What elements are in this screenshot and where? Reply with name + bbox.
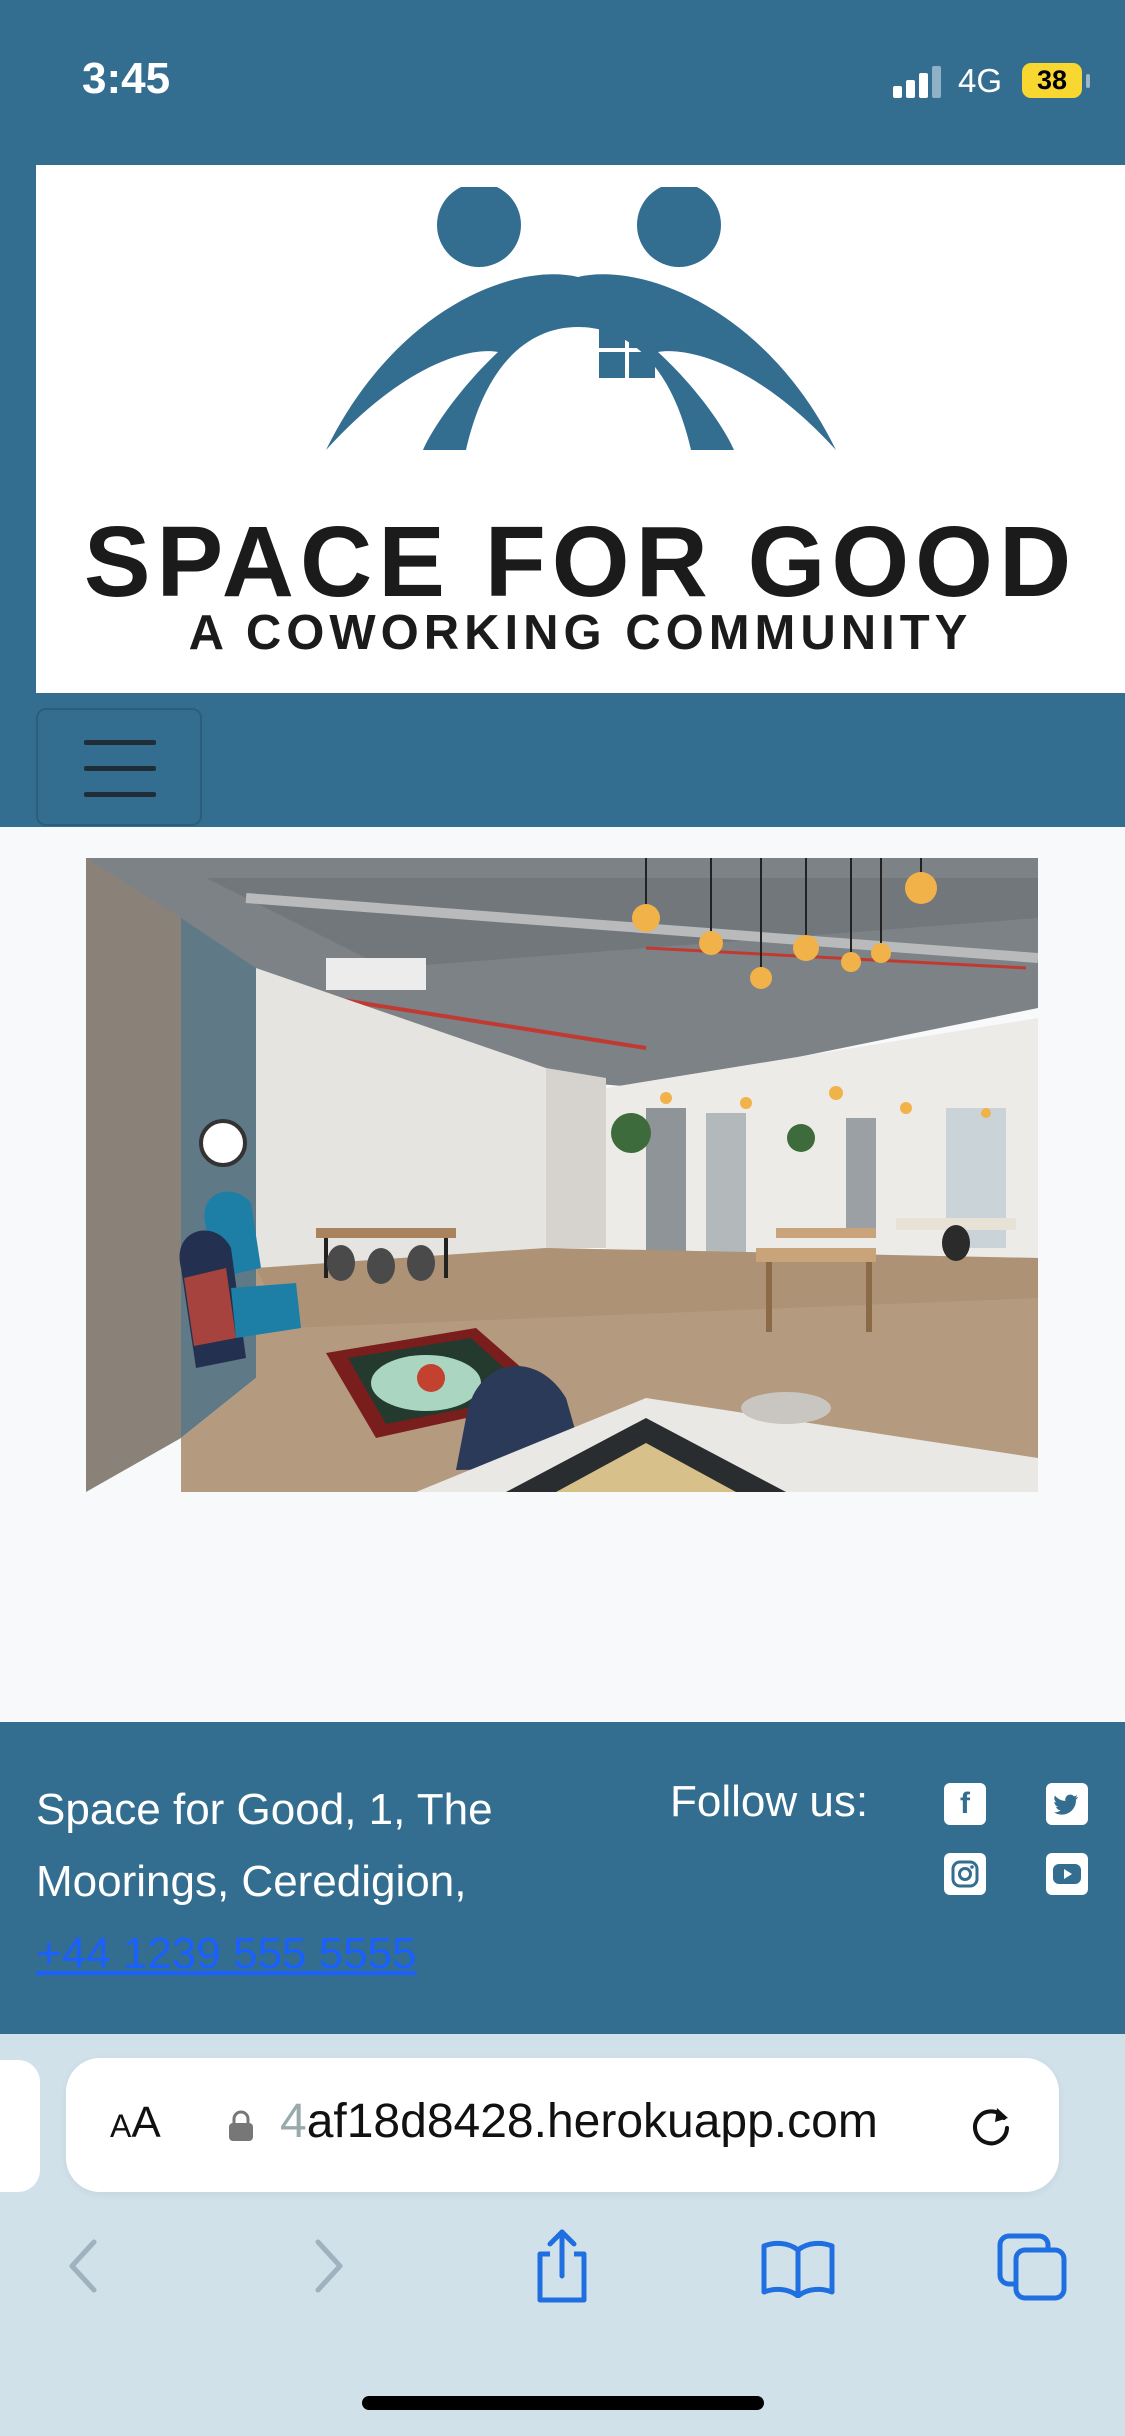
reader-settings-button[interactable]: AA — [110, 2098, 161, 2148]
url-text[interactable]: 4af18d8428.herokuapp.com — [280, 2094, 878, 2149]
share-icon[interactable] — [530, 2228, 594, 2304]
brand-title: SPACE FOR GOOD — [83, 506, 1078, 618]
youtube-icon[interactable] — [1046, 1853, 1088, 1895]
phone-link[interactable]: +44 1239 555 5555 — [36, 1929, 417, 1978]
address-text: Space for Good, 1, The Moorings, Ceredig… — [36, 1785, 493, 1906]
home-indicator[interactable] — [362, 2396, 764, 2410]
follow-label: Follow us: — [670, 1777, 869, 1826]
brand-subtitle: A COWORKING COMMUNITY — [188, 606, 973, 660]
reload-icon[interactable] — [964, 2098, 1018, 2152]
hero-image — [86, 858, 1038, 1492]
instagram-icon[interactable] — [944, 1853, 986, 1895]
lock-icon — [229, 2110, 253, 2141]
forward-icon[interactable] — [308, 2236, 348, 2296]
battery-icon: 38 — [1022, 63, 1082, 98]
network-type: 4G — [958, 62, 1003, 99]
logo-figures-icon — [326, 187, 836, 450]
status-time: 3:45 — [82, 54, 171, 103]
menu-icon — [84, 740, 156, 745]
footer-address: Space for Good, 1, The Moorings, Ceredig… — [36, 1774, 596, 1990]
tabs-icon[interactable] — [996, 2232, 1068, 2302]
back-icon[interactable] — [64, 2236, 104, 2296]
battery-cap — [1086, 74, 1090, 88]
facebook-icon[interactable]: f — [944, 1783, 986, 1825]
twitter-icon[interactable] — [1046, 1783, 1088, 1825]
brand-logo[interactable]: SPACE FOR GOOD A COWORKING COMMUNITY — [36, 165, 1125, 693]
previous-tab-edge[interactable] — [0, 2060, 40, 2192]
signal-icon — [893, 64, 943, 98]
navbar-toggle-button[interactable] — [36, 708, 202, 826]
bookmarks-icon[interactable] — [760, 2238, 836, 2298]
